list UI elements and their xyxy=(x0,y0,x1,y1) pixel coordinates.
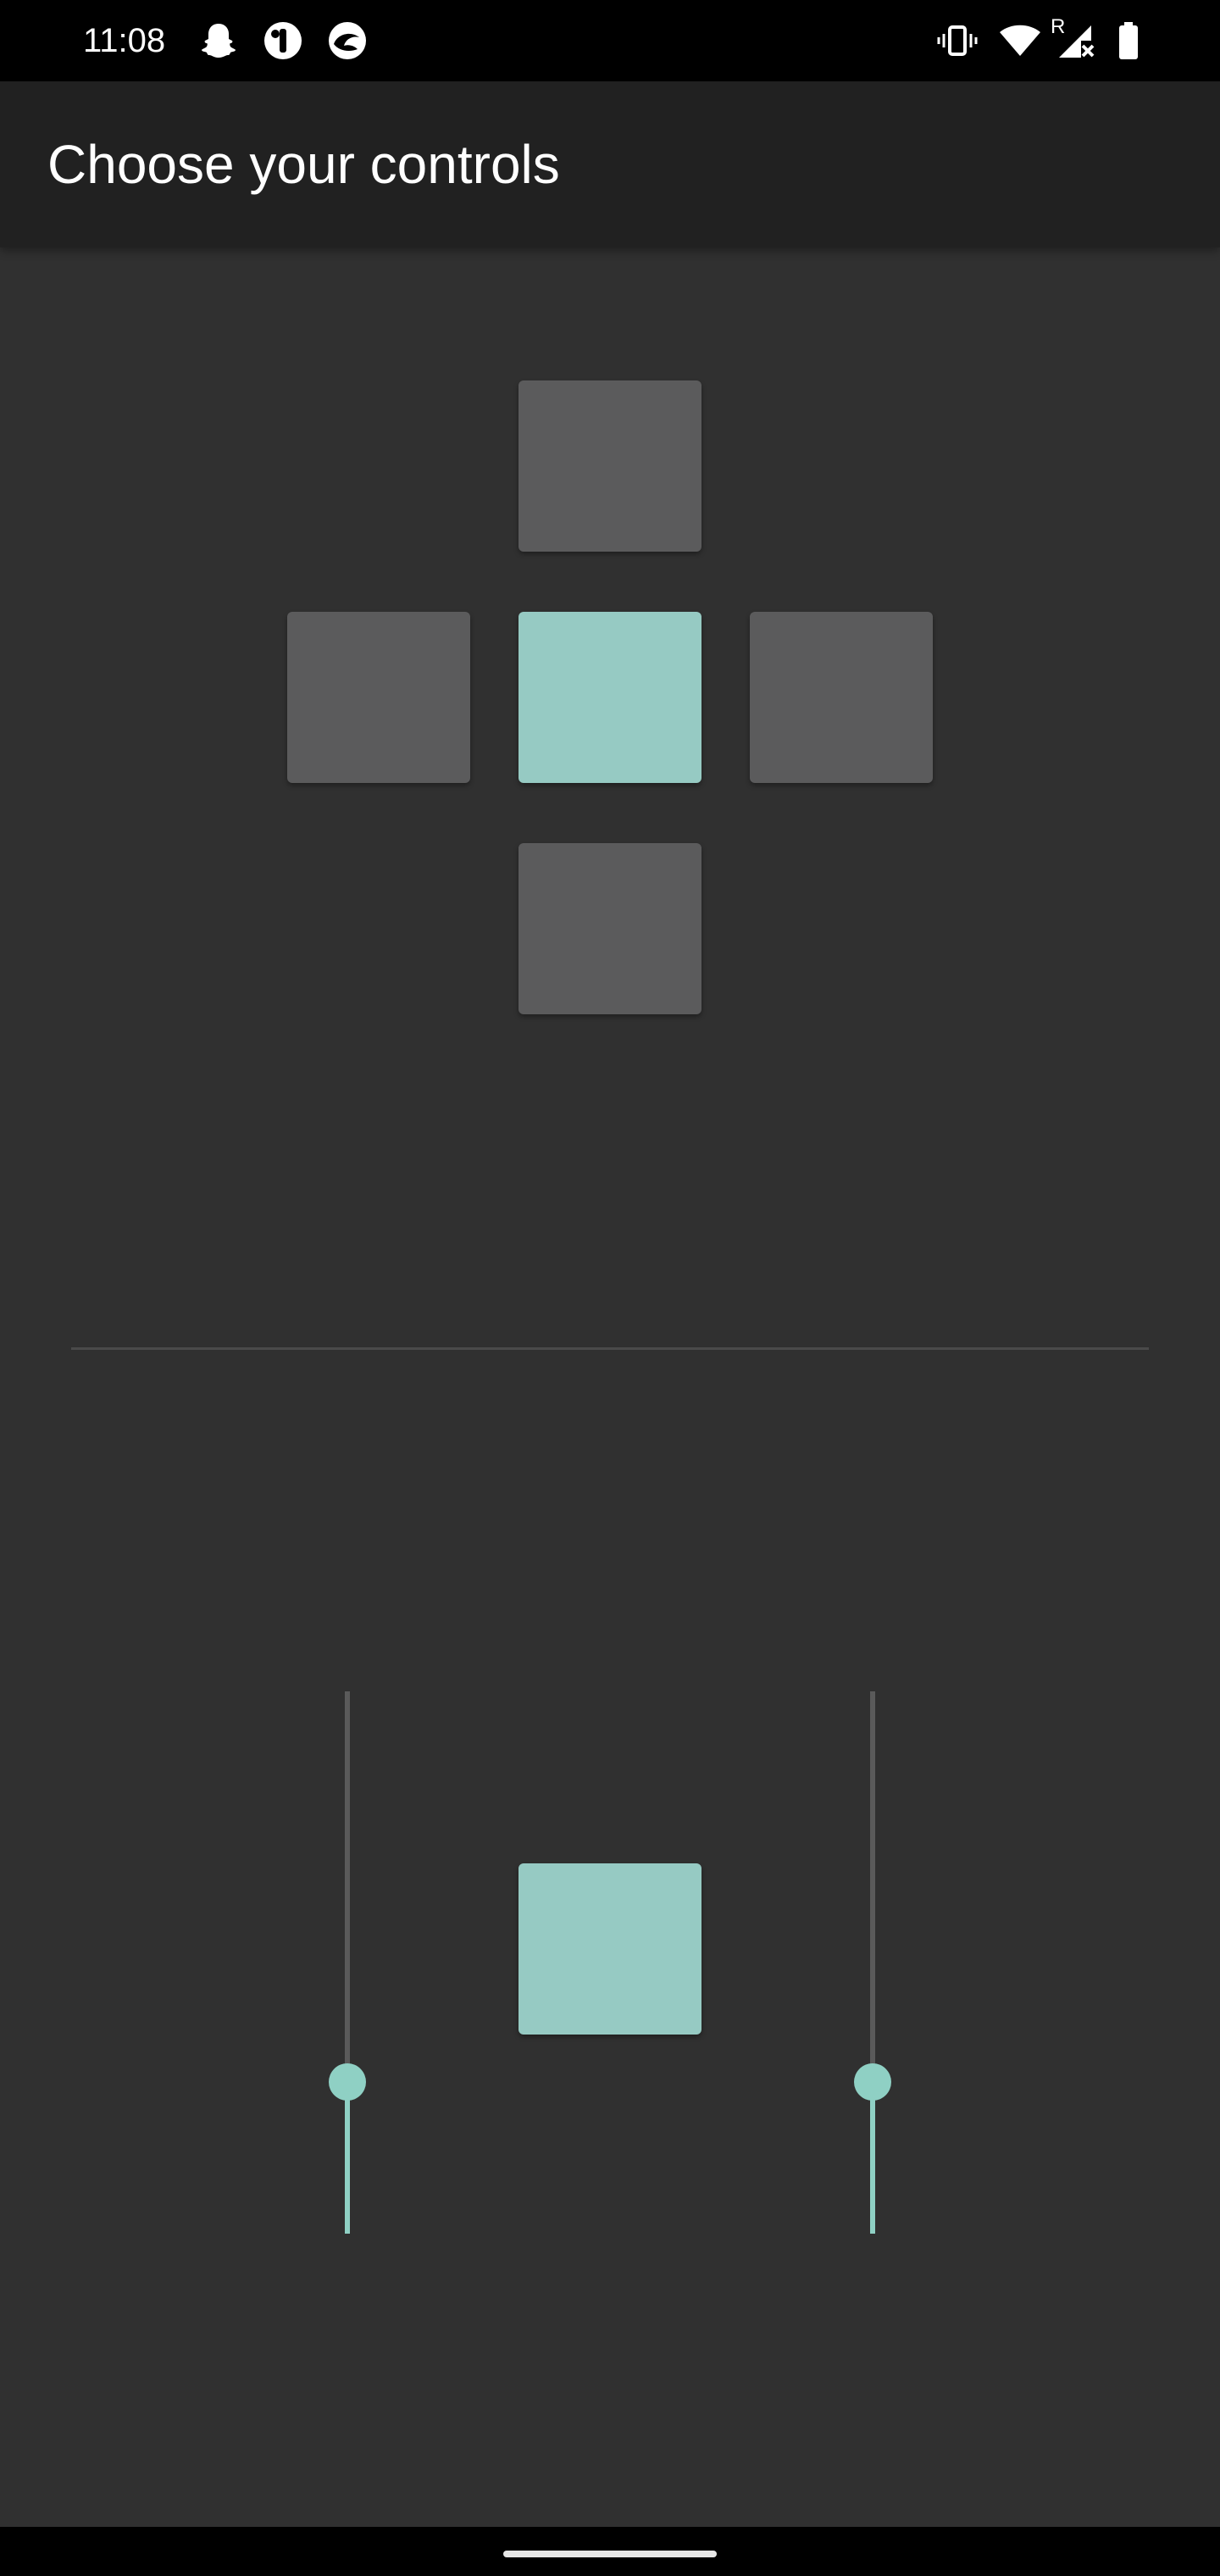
slider-track-inactive xyxy=(345,1691,350,2082)
navigation-bar xyxy=(0,2527,1220,2576)
snapchat-icon xyxy=(202,24,236,58)
app-icon-half-circle xyxy=(264,22,302,59)
right-slider[interactable] xyxy=(847,1691,898,2234)
slider-thumb[interactable] xyxy=(329,2062,366,2101)
left-slider[interactable] xyxy=(322,1691,373,2234)
dpad-down-button[interactable] xyxy=(518,843,702,1014)
battery-icon xyxy=(1119,22,1138,59)
slider-thumb[interactable] xyxy=(854,2062,891,2101)
divider xyxy=(71,1347,1149,1350)
dpad-center-button[interactable] xyxy=(518,612,702,783)
dpad-left-button[interactable] xyxy=(287,612,470,783)
status-time: 11:08 xyxy=(83,22,166,59)
app-bar: Choose your controls xyxy=(0,81,1220,247)
dpad-right-button[interactable] xyxy=(750,612,933,783)
status-bar: 11:08 R xyxy=(0,0,1220,81)
slider-track-active xyxy=(870,2081,875,2234)
action-button[interactable] xyxy=(518,1863,702,2035)
app-icon-swirl xyxy=(329,22,366,59)
slider-track-active xyxy=(345,2081,350,2234)
home-handle[interactable] xyxy=(503,2551,717,2557)
cell-signal-no-data-icon xyxy=(1059,25,1095,58)
controls-area xyxy=(0,247,1220,2527)
dpad-up-button[interactable] xyxy=(518,380,702,552)
wifi-icon xyxy=(1000,25,1040,56)
slider-track-inactive xyxy=(870,1691,875,2082)
page-title: Choose your controls xyxy=(47,134,560,195)
vibrate-icon xyxy=(937,25,978,56)
